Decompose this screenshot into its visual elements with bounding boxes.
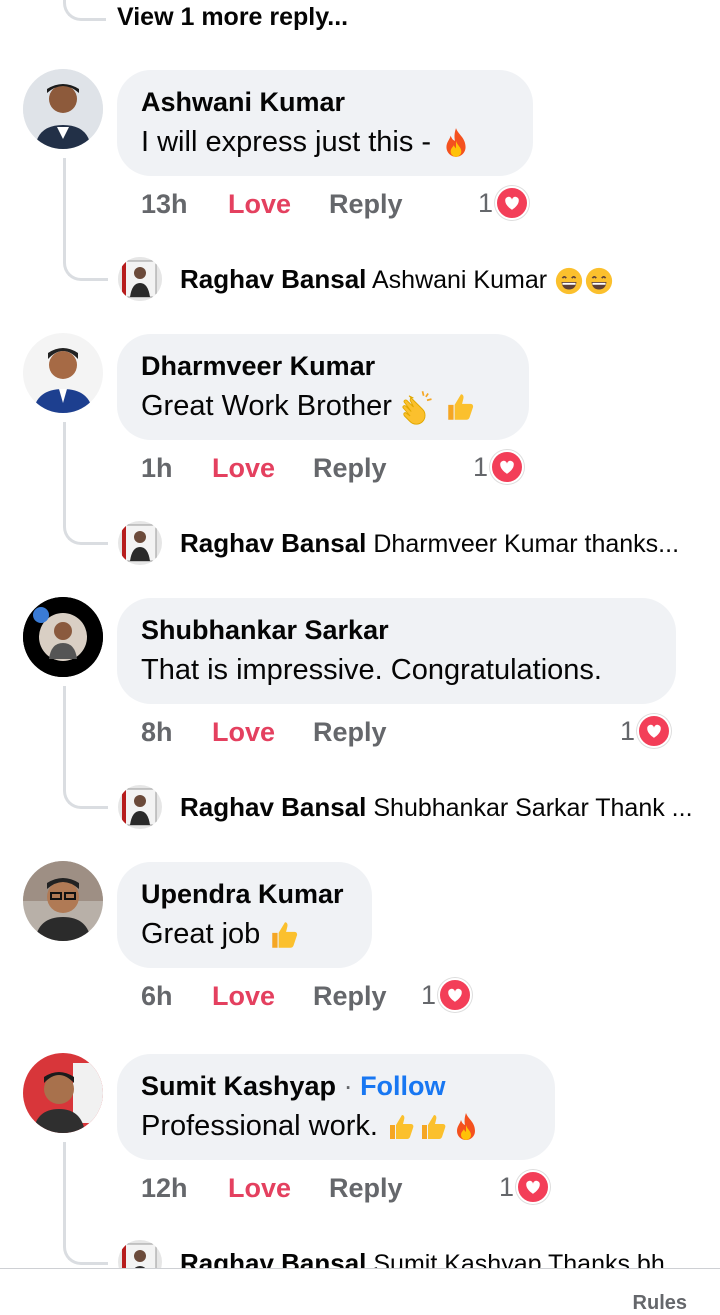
avatar-shubhankar[interactable] <box>23 597 103 677</box>
avatar-raghav[interactable] <box>118 257 162 301</box>
fire-emoji <box>450 1111 482 1143</box>
thread-connector <box>63 0 106 21</box>
avatar-ashwani[interactable] <box>23 69 103 149</box>
comment-author[interactable]: Ashwani Kumar <box>141 86 507 118</box>
bottom-bar <box>0 1268 720 1310</box>
comment-author[interactable]: Dharmveer Kumar <box>141 350 503 382</box>
view-more-replies-link[interactable]: View 1 more reply... <box>117 3 348 32</box>
reaction-count[interactable]: 1 <box>620 714 672 748</box>
comment-author[interactable]: Sumit Kashyap <box>141 1071 336 1101</box>
comment-author[interactable]: Upendra Kumar <box>141 878 346 910</box>
comment-bubble[interactable]: Sumit Kashyap · Follow Professional work… <box>117 1054 555 1160</box>
reaction-number: 1 <box>499 1171 515 1202</box>
rules-link[interactable]: Rules <box>633 1292 687 1315</box>
love-button[interactable]: Love <box>228 189 291 220</box>
grin-emoji <box>584 266 614 296</box>
reply-button[interactable]: Reply <box>313 453 387 484</box>
comment-text: Great Work Brother <box>141 390 392 422</box>
reaction-count[interactable]: 1 <box>421 978 473 1012</box>
reaction-count[interactable]: 1 <box>499 1170 551 1204</box>
reply-author[interactable]: Raghav Bansal <box>180 528 366 558</box>
reaction-count[interactable]: 1 <box>478 186 530 220</box>
reaction-count[interactable]: 1 <box>473 450 525 484</box>
thumbs-up-emoji <box>444 390 478 424</box>
thread-connector <box>63 750 108 809</box>
avatar-raghav[interactable] <box>118 785 162 829</box>
thread-connector <box>63 222 108 281</box>
comment-time[interactable]: 1h <box>141 453 173 484</box>
thread-connector <box>63 1206 108 1265</box>
comment-time[interactable]: 13h <box>141 189 188 220</box>
comment-time[interactable]: 6h <box>141 981 173 1012</box>
reply-preview[interactable]: Raghav Bansal Dharmveer Kumar thanks... <box>180 528 679 559</box>
avatar-sumit[interactable] <box>23 1053 103 1133</box>
comment-text: Great job <box>141 918 261 950</box>
love-button[interactable]: Love <box>212 453 275 484</box>
comment-bubble[interactable]: Ashwani Kumar I will express just this - <box>117 70 533 176</box>
comment-text: Professional work. <box>141 1110 378 1142</box>
reply-text: Shubhankar Sarkar Thank ... <box>373 794 693 822</box>
avatar-raghav[interactable] <box>118 521 162 565</box>
comment-time[interactable]: 12h <box>141 1173 188 1204</box>
reply-button[interactable]: Reply <box>329 1173 403 1204</box>
reaction-number: 1 <box>620 715 636 746</box>
comment-author[interactable]: Shubhankar Sarkar <box>141 614 650 646</box>
reaction-number: 1 <box>473 451 489 482</box>
love-button[interactable]: Love <box>212 717 275 748</box>
thumbs-up-emoji <box>386 1111 418 1143</box>
reaction-number: 1 <box>478 187 494 218</box>
reply-author[interactable]: Raghav Bansal <box>180 792 366 822</box>
grin-emoji <box>554 266 584 296</box>
comment-bubble[interactable]: Dharmveer Kumar Great Work Brother <box>117 334 529 440</box>
fire-emoji <box>439 126 473 160</box>
reply-text: Dharmveer Kumar thanks... <box>373 530 680 558</box>
thread-connector <box>63 486 108 545</box>
reply-author[interactable]: Raghav Bansal <box>180 264 366 294</box>
reply-button[interactable]: Reply <box>313 717 387 748</box>
avatar-dharmveer[interactable] <box>23 333 103 413</box>
heart-icon <box>438 978 473 1012</box>
reply-preview[interactable]: Raghav Bansal Ashwani Kumar <box>180 264 614 296</box>
heart-icon <box>637 714 672 748</box>
comment-bubble[interactable]: Shubhankar Sarkar That is impressive. Co… <box>117 598 676 704</box>
reply-button[interactable]: Reply <box>329 189 403 220</box>
reply-preview[interactable]: Raghav Bansal Shubhankar Sarkar Thank ..… <box>180 792 693 823</box>
love-button[interactable]: Love <box>228 1173 291 1204</box>
clap-emoji <box>400 389 436 425</box>
reply-text: Ashwani Kumar <box>371 266 548 294</box>
comment-text: That is impressive. Congratulations. <box>141 654 602 686</box>
heart-icon <box>516 1170 551 1204</box>
reply-button[interactable]: Reply <box>313 981 387 1012</box>
thumbs-up-emoji <box>418 1111 450 1143</box>
thumbs-up-emoji <box>268 918 302 952</box>
heart-icon <box>490 450 525 484</box>
comment-bubble[interactable]: Upendra Kumar Great job <box>117 862 372 968</box>
follow-button[interactable]: Follow <box>360 1071 445 1101</box>
reaction-number: 1 <box>421 979 437 1010</box>
heart-icon <box>495 186 530 220</box>
avatar-upendra[interactable] <box>23 861 103 941</box>
love-button[interactable]: Love <box>212 981 275 1012</box>
comment-text: I will express just this - <box>141 126 432 158</box>
comment-time[interactable]: 8h <box>141 717 173 748</box>
